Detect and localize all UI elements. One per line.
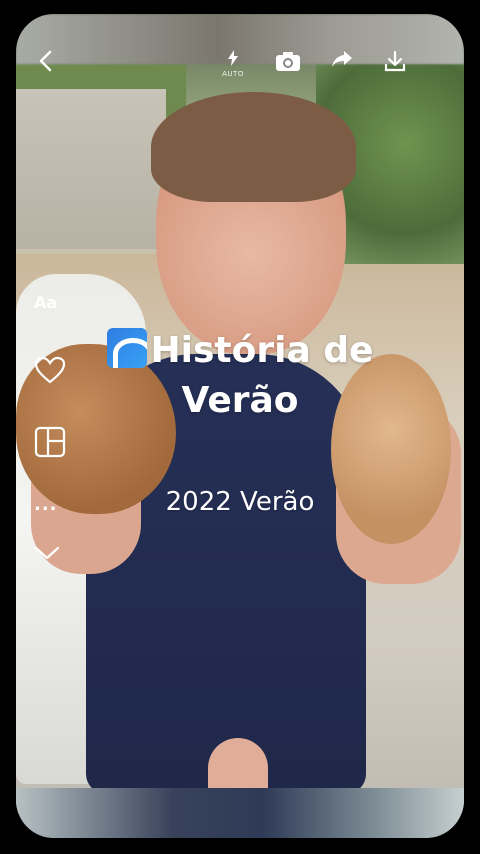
chevron-down-icon[interactable] xyxy=(34,545,60,565)
share-icon[interactable] xyxy=(331,50,353,73)
text-style-button[interactable]: Aa xyxy=(34,293,57,312)
story-title-line-2: Verão xyxy=(181,380,299,421)
photo-boy-hair xyxy=(151,92,356,202)
camera-icon[interactable] xyxy=(275,50,301,76)
flash-icon xyxy=(228,50,238,66)
wave-emoji-icon xyxy=(106,328,147,368)
photo-wall xyxy=(16,89,166,249)
download-icon[interactable] xyxy=(383,50,407,76)
flash-mode-label: AUTO xyxy=(222,70,244,78)
flash-button[interactable]: AUTO xyxy=(220,50,246,78)
story-title-text-1: História de xyxy=(150,330,374,371)
layout-icon[interactable] xyxy=(34,426,66,462)
chevron-left-icon[interactable] xyxy=(38,50,52,74)
story-title: História de Verão xyxy=(60,326,420,426)
story-title-line-1: História de xyxy=(60,326,420,376)
blur-band-bottom xyxy=(16,788,464,838)
story-photo-frame xyxy=(16,14,464,838)
story-subtitle: 2022 Verão xyxy=(165,487,315,517)
more-options-button[interactable]: ... xyxy=(34,494,58,515)
